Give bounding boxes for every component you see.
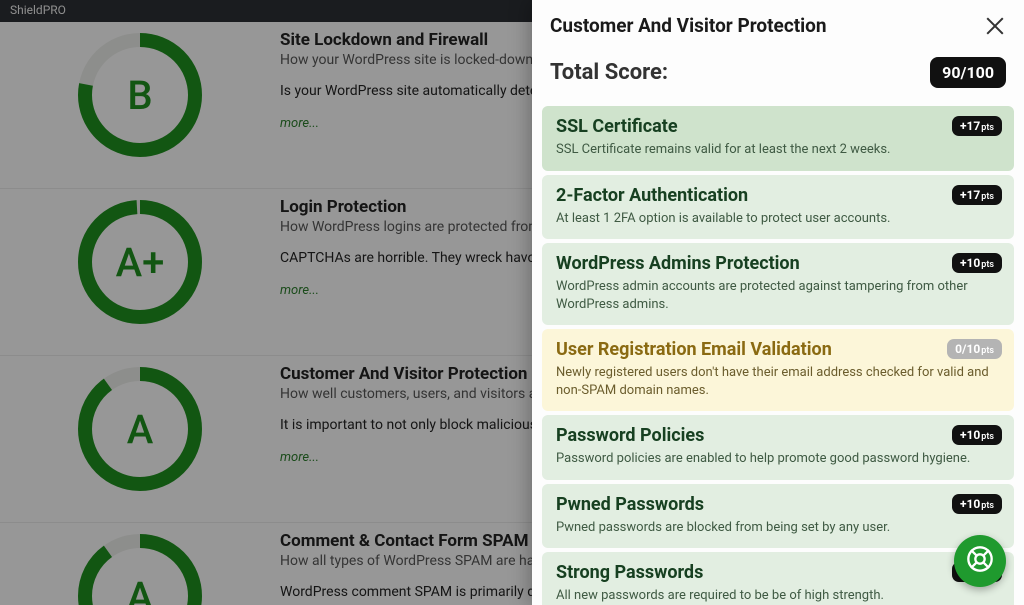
score-items: +17ptsSSL CertificateSSL Certificate rem…: [532, 106, 1024, 605]
score-item[interactable]: +17ptsSSL Certificate SSL Certificate rem…: [542, 106, 1014, 171]
score-item[interactable]: +17pts2-Factor Authentication At least 1 …: [542, 175, 1014, 240]
item-title: 2-Factor Authentication: [556, 185, 1000, 206]
item-description: At least 1 2FA option is available to pr…: [556, 210, 1000, 228]
item-title: SSL Certificate: [556, 116, 1000, 137]
item-title: User Registration Email Validation: [556, 339, 1000, 360]
points-badge: +10pts: [952, 494, 1002, 514]
item-title: Password Policies: [556, 425, 1000, 446]
points-badge: 0/10pts: [947, 339, 1002, 359]
item-description: WordPress admin accounts are protected a…: [556, 278, 1000, 313]
item-description: Pwned passwords are blocked from being s…: [556, 519, 1000, 537]
lifebuoy-icon: [966, 545, 994, 577]
panel-title: Customer And Visitor Protection: [550, 14, 827, 37]
detail-panel: Customer And Visitor Protection Total Sc…: [532, 0, 1024, 605]
item-description: All new passwords are required to be be …: [556, 587, 1000, 605]
item-description: Newly registered users don't have their …: [556, 364, 1000, 399]
score-label: Total Score:: [550, 60, 668, 85]
panel-header: Customer And Visitor Protection: [532, 0, 1024, 47]
points-badge: +17pts: [952, 116, 1002, 136]
points-badge: +17pts: [952, 185, 1002, 205]
item-title: WordPress Admins Protection: [556, 253, 1000, 274]
item-title: Strong Passwords: [556, 562, 1000, 583]
points-badge: +10pts: [952, 253, 1002, 273]
item-description: Password policies are enabled to help pr…: [556, 450, 1000, 468]
score-item[interactable]: +10ptsWordPress Admins Protection WordPre…: [542, 243, 1014, 325]
item-title: Pwned Passwords: [556, 494, 1000, 515]
score-item[interactable]: 0/10ptsUser Registration Email Validatio…: [542, 329, 1014, 411]
score-item[interactable]: +10ptsPwned Passwords Pwned passwords are…: [542, 484, 1014, 549]
help-fab[interactable]: [954, 535, 1006, 587]
item-description: SSL Certificate remains valid for at lea…: [556, 141, 1000, 159]
close-icon[interactable]: [984, 15, 1006, 37]
score-item[interactable]: +10ptsStrong PasswordsAll new passwords …: [542, 552, 1014, 605]
score-item[interactable]: +10ptsPassword Policies Password policies…: [542, 415, 1014, 480]
points-badge: +10pts: [952, 425, 1002, 445]
score-badge: 90/100: [930, 57, 1006, 88]
score-row: Total Score: 90/100: [532, 47, 1024, 106]
